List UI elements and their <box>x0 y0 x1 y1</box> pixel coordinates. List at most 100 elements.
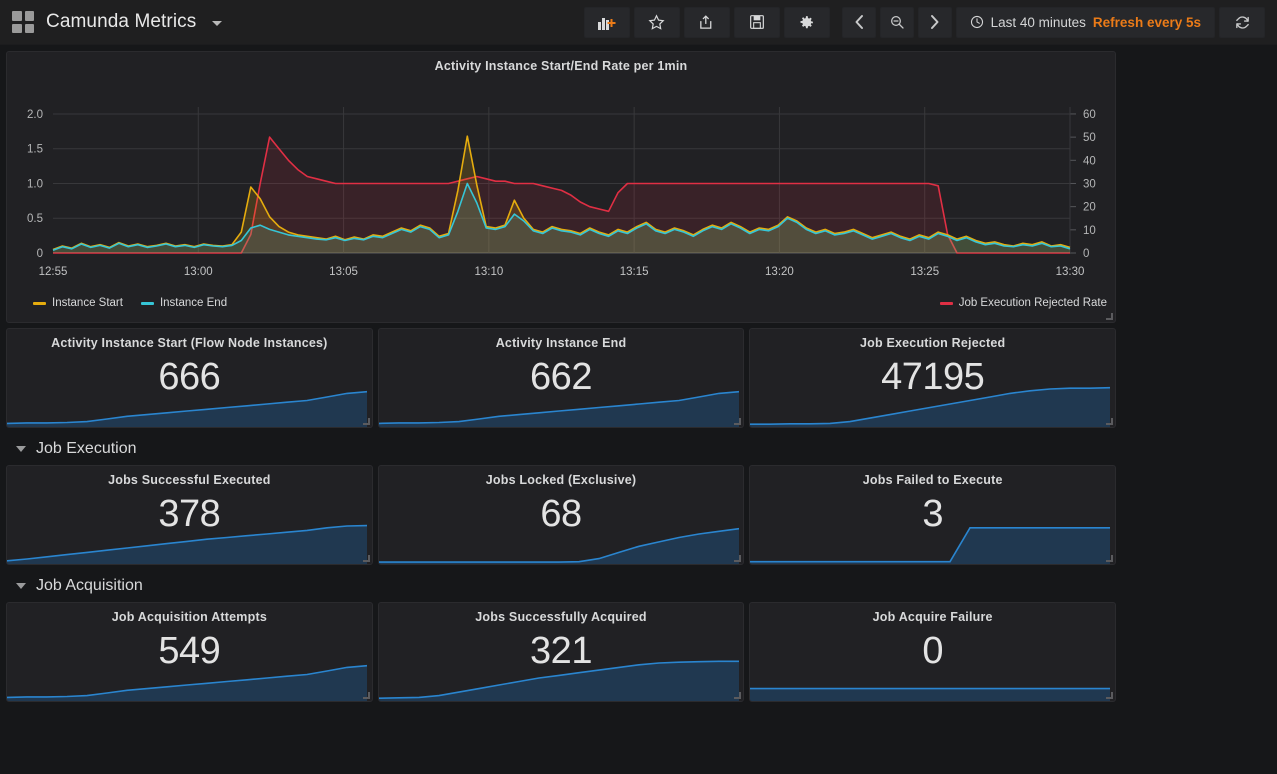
star-dashboard-button[interactable] <box>633 6 680 38</box>
svg-text:0.5: 0.5 <box>27 213 43 225</box>
stat-panel-jobs-failed-to-execute[interactable]: Jobs Failed to Execute 3 <box>749 465 1117 565</box>
svg-text:40: 40 <box>1083 155 1096 167</box>
panel-action-group <box>583 6 834 38</box>
sparkline-flat <box>750 655 1111 701</box>
legend-color-swatch <box>140 301 154 305</box>
refresh-circular-arrows-icon <box>1235 15 1249 29</box>
save-floppy-icon <box>749 15 764 29</box>
time-range-picker[interactable]: Last 40 minutes Refresh every 5s <box>955 6 1215 38</box>
svg-text:13:25: 13:25 <box>910 266 939 278</box>
svg-text:13:00: 13:00 <box>184 266 213 278</box>
refresh-button[interactable] <box>1219 6 1265 38</box>
grid-logo-icon <box>12 11 34 33</box>
legend-label: Job Execution Rejected Rate <box>958 297 1107 309</box>
chevron-down-icon[interactable] <box>212 21 223 26</box>
add-panel-button[interactable] <box>583 6 630 38</box>
dashboard-body: Activity Instance Start/End Rate per 1mi… <box>0 45 1277 702</box>
svg-text:1.0: 1.0 <box>27 178 43 190</box>
legend-label: Instance End <box>159 297 228 309</box>
chevron-right-icon <box>930 15 939 29</box>
star-icon <box>648 13 665 30</box>
zoom-out-time-button[interactable] <box>879 6 914 38</box>
legend-item-job-execution-rejected-rate[interactable]: Job Execution Rejected Rate <box>939 297 1107 309</box>
svg-text:13:10: 13:10 <box>474 266 503 278</box>
dashboard-brand[interactable]: Camunda Metrics <box>12 11 223 33</box>
stat-panel-jobs-locked-exclusive[interactable]: Jobs Locked (Exclusive) 68 <box>377 465 745 565</box>
svg-text:1.5: 1.5 <box>27 144 43 156</box>
svg-text:10: 10 <box>1083 225 1096 237</box>
svg-text:13:20: 13:20 <box>765 266 794 278</box>
sparkline-tail-rise <box>378 518 739 564</box>
stat-panel-title: Activity Instance Start (Flow Node Insta… <box>51 336 328 350</box>
graph-legend: Instance Start Instance End Job Executio… <box>7 291 1115 313</box>
stat-panel-job-acquisition-attempts[interactable]: Job Acquisition Attempts 549 <box>6 602 373 702</box>
svg-text:60: 60 <box>1083 109 1096 121</box>
stat-panel-activity-instance-end[interactable]: Activity Instance End 662 <box>377 328 745 428</box>
row-title: Job Execution <box>36 440 137 457</box>
time-range-label: Last 40 minutes <box>990 14 1086 30</box>
time-nav-group <box>841 6 956 38</box>
svg-text:30: 30 <box>1083 178 1096 190</box>
svg-text:2.0: 2.0 <box>27 109 43 121</box>
svg-text:0: 0 <box>37 248 43 260</box>
stat-panel-job-acquire-failure[interactable]: Job Acquire Failure 0 <box>749 602 1117 702</box>
row-header-job-acquisition[interactable]: Job Acquisition <box>6 570 1271 602</box>
stat-panel-title: Job Execution Rejected <box>859 336 1006 350</box>
sparkline-s-curve <box>378 655 739 701</box>
row-header-job-execution[interactable]: Job Execution <box>6 433 1271 465</box>
svg-text:13:30: 13:30 <box>1056 266 1085 278</box>
sparkline-gentle-rise <box>7 381 367 427</box>
time-shift-back-button[interactable] <box>841 6 876 38</box>
chevron-down-icon <box>16 583 26 589</box>
share-dashboard-button[interactable] <box>683 6 730 38</box>
legend-color-swatch <box>939 301 953 305</box>
legend-item-instance-start[interactable]: Instance Start <box>33 297 123 309</box>
stat-row-job-acquisition: Job Acquisition Attempts 549 Jobs Succes… <box>6 602 1117 702</box>
legend-label: Instance Start <box>52 297 123 309</box>
chevron-left-icon <box>855 15 863 29</box>
svg-text:0: 0 <box>1083 248 1089 260</box>
stat-panel-jobs-successful-executed[interactable]: Jobs Successful Executed 378 <box>6 465 373 565</box>
save-dashboard-button[interactable] <box>733 6 780 38</box>
refresh-interval-label: Refresh every 5s <box>1092 14 1201 30</box>
graph-panel-title: Activity Instance Start/End Rate per 1mi… <box>434 59 688 73</box>
svg-text:13:05: 13:05 <box>329 266 358 278</box>
stat-panel-title: Jobs Successfully Acquired <box>475 610 647 624</box>
legend-item-instance-end[interactable]: Instance End <box>140 297 228 309</box>
dashboard-title: Camunda Metrics <box>46 11 197 32</box>
stat-panel-job-execution-rejected[interactable]: Job Execution Rejected 47195 <box>749 328 1117 428</box>
add-panel-icon <box>597 18 616 30</box>
stat-panel-title: Jobs Successful Executed <box>108 473 271 487</box>
top-navbar: Camunda Metrics Last 40 minutes Refresh … <box>0 0 1277 45</box>
panel-resize-handle[interactable] <box>1105 312 1113 320</box>
sparkline-late-ramp <box>750 381 1111 427</box>
clock-icon <box>970 15 983 29</box>
svg-text:20: 20 <box>1083 202 1096 214</box>
graph-panel-activity-instance-rate[interactable]: Activity Instance Start/End Rate per 1mi… <box>6 51 1116 323</box>
share-icon <box>700 14 712 29</box>
time-shift-forward-button[interactable] <box>917 6 952 38</box>
sparkline-gentle-rise <box>378 381 739 427</box>
sparkline-gentle-rise <box>7 655 367 701</box>
magnifier-minus-icon <box>890 16 904 29</box>
grafana-dashboard: Camunda Metrics Last 40 minutes Refresh … <box>0 0 1277 774</box>
svg-text:50: 50 <box>1083 132 1096 144</box>
stat-row-activity: Activity Instance Start (Flow Node Insta… <box>6 328 1117 428</box>
graph-plot-area[interactable]: 0 0.5 1.0 1.5 2.0 0 10 20 30 40 50 60 12:55 13:00 13:0… <box>7 73 1115 291</box>
dashboard-settings-button[interactable] <box>783 6 830 38</box>
activity-rate-chart: 0 0.5 1.0 1.5 2.0 0 10 20 30 40 50 60 12:55 13:00 13:0… <box>27 107 1096 278</box>
row-title: Job Acquisition <box>36 577 143 594</box>
stat-panel-jobs-successfully-acquired[interactable]: Jobs Successfully Acquired 321 <box>377 602 745 702</box>
navbar-actions: Last 40 minutes Refresh every 5s <box>576 6 1269 38</box>
stat-panel-title: Jobs Locked (Exclusive) <box>485 473 637 487</box>
sparkline-step-up <box>750 518 1111 564</box>
svg-text:13:15: 13:15 <box>620 266 649 278</box>
gear-icon <box>800 15 813 28</box>
stat-panel-activity-instance-start[interactable]: Activity Instance Start (Flow Node Insta… <box>6 328 373 428</box>
sparkline-steady-rise <box>7 518 367 564</box>
stat-panel-title: Job Acquisition Attempts <box>111 610 267 624</box>
svg-text:12:55: 12:55 <box>39 266 68 278</box>
stat-panel-title: Jobs Failed to Execute <box>862 473 1003 487</box>
stat-panel-title: Activity Instance End <box>495 336 627 350</box>
chevron-down-icon <box>16 446 26 452</box>
